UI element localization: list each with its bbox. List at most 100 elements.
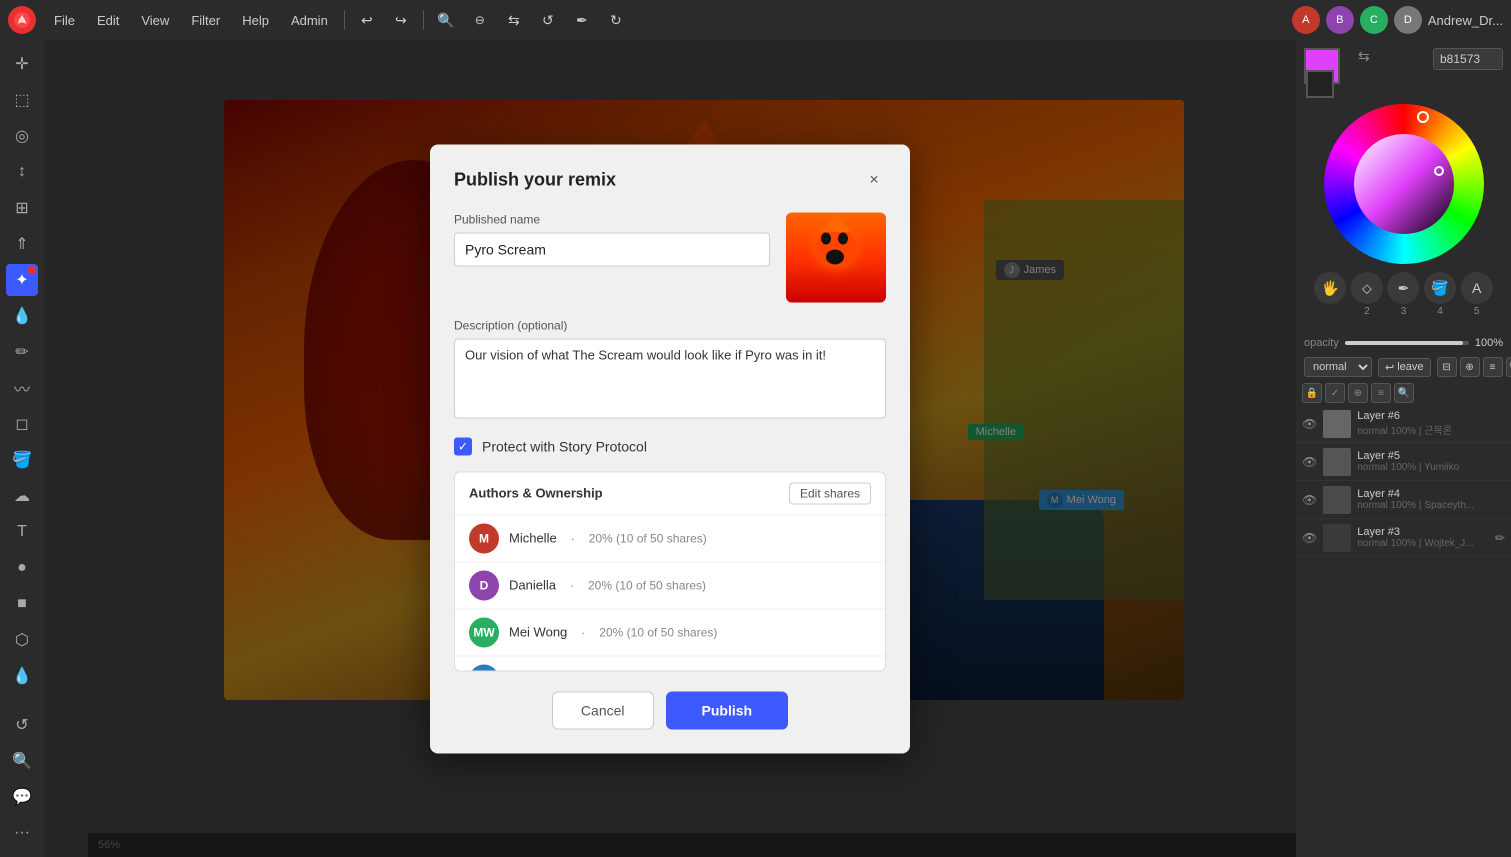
tool-pencil[interactable]: ✏ xyxy=(6,336,38,368)
author-item-daniella: D Daniella · 20% (10 of 50 shares) xyxy=(455,562,885,609)
tool-crop[interactable]: ⊞ xyxy=(6,192,38,224)
blend-action-1[interactable]: ⊟ xyxy=(1437,357,1457,377)
tool-stamp[interactable]: ⬡ xyxy=(6,624,38,656)
blend-action-3[interactable]: ≡ xyxy=(1483,357,1503,377)
author-shares-daniella-val: 20% (10 of 50 shares) xyxy=(588,578,706,592)
author-name-daniella: Daniella xyxy=(509,578,556,593)
blend-mode-select[interactable]: normal multiply screen xyxy=(1304,357,1372,377)
modal-close-button[interactable]: × xyxy=(862,168,886,192)
menu-view[interactable]: View xyxy=(131,9,179,32)
brush-tool-5[interactable]: A 5 xyxy=(1461,272,1493,317)
layer-ctrl-5[interactable]: 🔍 xyxy=(1394,383,1414,403)
layer-item-5[interactable]: 👁 Layer #5 normal 100% | Yumiiko xyxy=(1296,443,1511,481)
tool-smudge[interactable]: ☁ xyxy=(6,480,38,512)
brush-tool-2[interactable]: ⬦ 2 xyxy=(1351,272,1383,317)
layer-item-3[interactable]: 👁 Layer #3 normal 100% | Wojtek_J... ✏ xyxy=(1296,519,1511,557)
brush-tool-hand[interactable]: 🖐 xyxy=(1314,272,1346,317)
blend-action-2[interactable]: ⊕ xyxy=(1460,357,1480,377)
tool-search[interactable]: 🔍 xyxy=(6,745,38,777)
current-user-label: Andrew_Dr... xyxy=(1428,13,1503,28)
swap-button[interactable]: ⇆ xyxy=(498,6,530,34)
layer-meta-4: normal 100% | Spaceyth... xyxy=(1357,500,1505,511)
opacity-slider[interactable] xyxy=(1345,341,1469,345)
story-protocol-checkbox[interactable]: ✓ xyxy=(454,437,472,455)
publish-button[interactable]: Publish xyxy=(666,691,789,729)
brush-tool-3[interactable]: ✒ 3 xyxy=(1387,272,1419,317)
tool-move[interactable]: ✛ xyxy=(6,48,38,80)
tool-upload[interactable]: ⇑ xyxy=(6,228,38,260)
cancel-button[interactable]: Cancel xyxy=(552,691,654,729)
modal-header: Publish your remix × xyxy=(454,168,886,192)
tool-eyedropper[interactable]: 💧 xyxy=(6,300,38,332)
tool-undo[interactable]: ↺ xyxy=(6,709,38,741)
zoom-out-button[interactable]: ⊖ xyxy=(464,6,496,34)
redo2-button[interactable]: ↻ xyxy=(600,6,632,34)
pen-tool-button[interactable]: ✒ xyxy=(566,6,598,34)
layer-thumb-4 xyxy=(1323,486,1351,514)
toolbar-separator-1 xyxy=(344,10,345,30)
right-panel: ⇆ 🖐 ⬦ 2 ✒ 3 🪣 4 xyxy=(1296,40,1511,857)
blend-action-4[interactable]: 🔍 xyxy=(1506,357,1511,377)
brush-tool-4[interactable]: 🪣 4 xyxy=(1424,272,1456,317)
color-wheel[interactable] xyxy=(1324,104,1484,264)
tool-ai-badge xyxy=(28,266,36,274)
layer-info-5: Layer #5 normal 100% | Yumiiko xyxy=(1357,450,1505,473)
author-shares-michelle-val: 20% (10 of 50 shares) xyxy=(589,531,707,545)
secondary-color-swatch[interactable] xyxy=(1306,70,1334,98)
blend-leave-label: leave xyxy=(1397,361,1423,373)
layer-item-4[interactable]: 👁 Layer #4 normal 100% | Spaceyth... xyxy=(1296,481,1511,519)
tool-more[interactable]: ··· xyxy=(6,817,38,849)
tool-chat[interactable]: 💬 xyxy=(6,781,38,813)
color-wheel-gradient[interactable] xyxy=(1354,134,1454,234)
modal-right xyxy=(786,212,886,302)
menu-help[interactable]: Help xyxy=(232,9,279,32)
layer-ctrl-3[interactable]: ⊕ xyxy=(1348,383,1368,403)
current-user-avatar: D xyxy=(1394,6,1422,34)
undo-button[interactable]: ↩ xyxy=(351,6,383,34)
tool-transform[interactable]: ↕ xyxy=(6,156,38,188)
menu-bar-right: A B C D Andrew_Dr... xyxy=(1292,6,1503,34)
edit-shares-button[interactable]: Edit shares xyxy=(789,482,871,504)
redo-button[interactable]: ↪ xyxy=(385,6,417,34)
menu-file[interactable]: File xyxy=(44,9,85,32)
menu-admin[interactable]: Admin xyxy=(281,9,338,32)
opacity-row: opacity 100% xyxy=(1296,333,1511,353)
hex-color-input[interactable] xyxy=(1433,48,1503,70)
color-picker-section: ⇆ 🖐 ⬦ 2 ✒ 3 🪣 4 xyxy=(1296,40,1511,333)
blend-leave-button[interactable]: ↩ leave xyxy=(1378,358,1431,377)
layer-lock-button[interactable]: 🔒 xyxy=(1302,383,1322,403)
tool-rect[interactable]: ■ xyxy=(6,588,38,620)
modal-left: Published name xyxy=(454,212,770,302)
author-item-marcus: Ma Marcus · 20% (10 of 50 shares) xyxy=(455,656,885,671)
menu-filter[interactable]: Filter xyxy=(181,9,230,32)
layer-edit-3[interactable]: ✏ xyxy=(1495,531,1505,545)
author-item-mei-wong: MW Mei Wong · 20% (10 of 50 shares) xyxy=(455,609,885,656)
layer-visibility-3[interactable]: 👁 xyxy=(1302,531,1317,545)
rotate-left-button[interactable]: ↺ xyxy=(532,6,564,34)
tool-fill[interactable]: 🪣 xyxy=(6,444,38,476)
brush4-icon: 🪣 xyxy=(1424,272,1456,304)
tool-blend[interactable]: 💧 xyxy=(6,660,38,692)
menu-edit[interactable]: Edit xyxy=(87,9,129,32)
tool-erase[interactable]: ◻ xyxy=(6,408,38,440)
layer-meta-5: normal 100% | Yumiiko xyxy=(1357,462,1505,473)
layer-item-6[interactable]: 👁 Layer #6 normal 100% | 근목론 xyxy=(1296,405,1511,443)
tool-select[interactable]: ⬚ xyxy=(6,84,38,116)
layer-ctrl-2[interactable]: ✓ xyxy=(1325,383,1345,403)
tool-text[interactable]: T xyxy=(6,516,38,548)
description-textarea[interactable]: Our vision of what The Scream would look… xyxy=(454,338,886,418)
authors-header: Authors & Ownership Edit shares xyxy=(455,472,885,515)
published-name-input[interactable] xyxy=(454,232,770,266)
tool-lasso[interactable]: ◎ xyxy=(6,120,38,152)
layer-info-6: Layer #6 normal 100% | 근목론 xyxy=(1357,410,1505,437)
layer-visibility-4[interactable]: 👁 xyxy=(1302,493,1317,507)
swap-colors-icon[interactable]: ⇆ xyxy=(1358,48,1370,65)
layer-visibility-6[interactable]: 👁 xyxy=(1302,417,1317,431)
brush2-num: 2 xyxy=(1364,306,1370,317)
layer-ctrl-4[interactable]: ≡ xyxy=(1371,383,1391,403)
zoom-in-button[interactable]: 🔍 xyxy=(430,6,462,34)
tool-ai[interactable]: ✦ xyxy=(6,264,38,296)
layer-visibility-5[interactable]: 👁 xyxy=(1302,455,1317,469)
tool-brush[interactable]: 〰 xyxy=(6,372,38,404)
tool-shapes[interactable]: ● xyxy=(6,552,38,584)
